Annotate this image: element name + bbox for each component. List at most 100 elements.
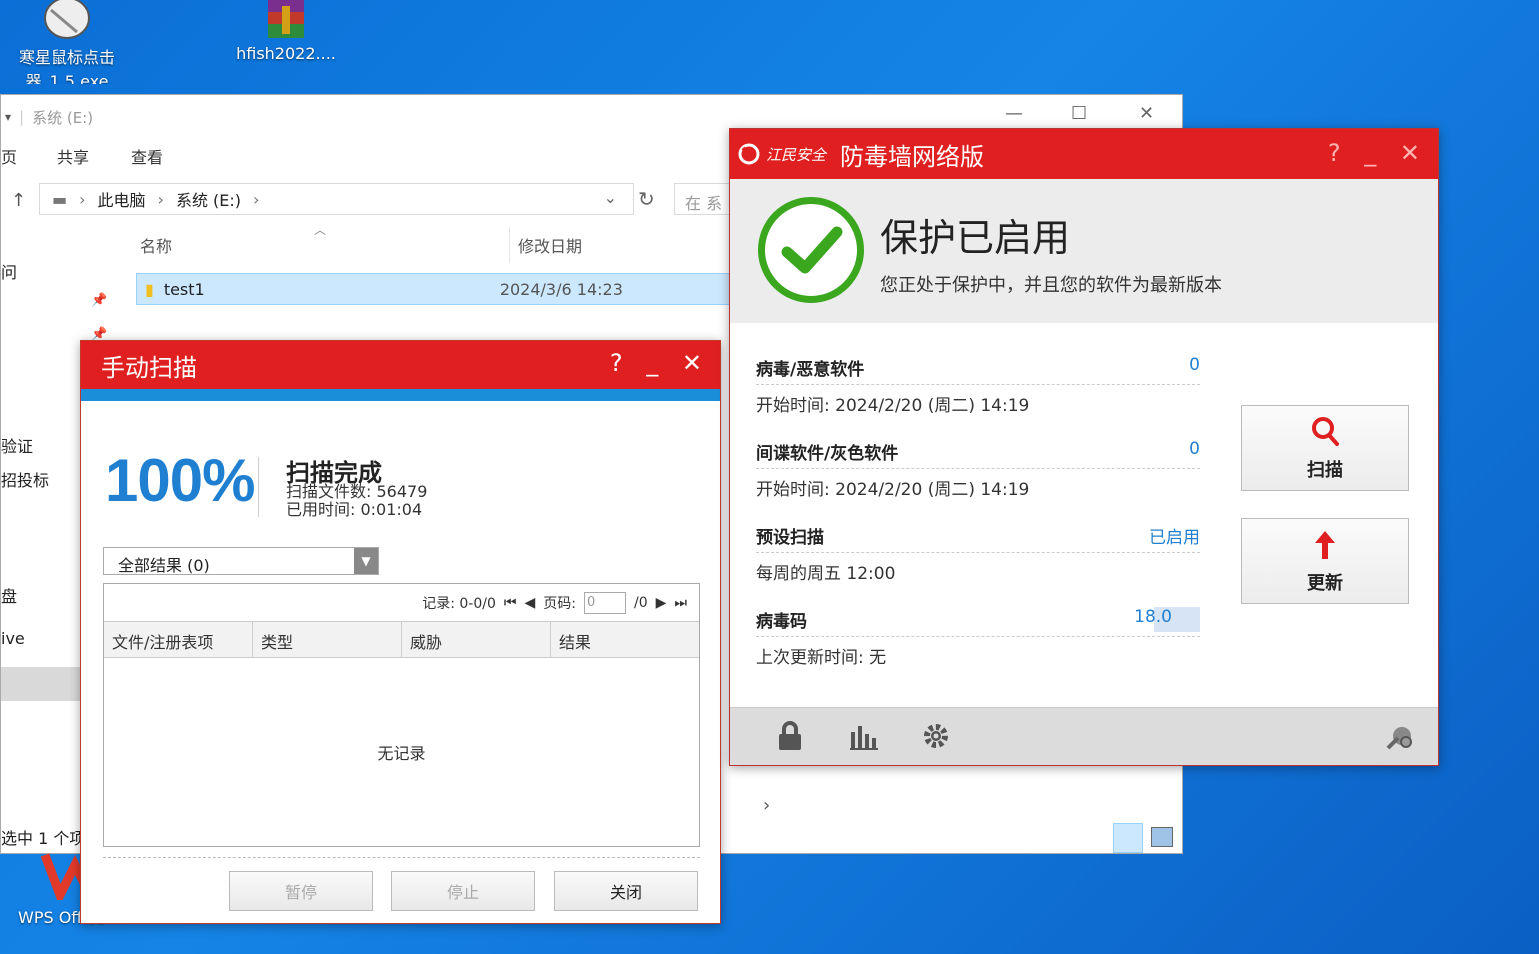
stop-button[interactable]: 停止: [391, 871, 535, 911]
maximize-icon[interactable]: ☐: [1071, 103, 1087, 124]
sidebar-item[interactable]: ive: [1, 629, 25, 648]
results-table: 记录: 0-0/0 ⏮ ◀ 页码: /0 ▶ ⏭ 文件/注册表项 类型 威胁 结…: [103, 583, 700, 847]
page-input[interactable]: [583, 591, 626, 614]
file-name: test1: [163, 279, 205, 299]
antivirus-window: 江民安全 防毒墙网络版 ? _ ✕ 保护已启用 您正处于保护中，并且您的软件为最…: [729, 128, 1439, 766]
close-icon[interactable]: ✕: [1139, 103, 1154, 124]
column-header-threat[interactable]: 威胁: [402, 622, 551, 657]
desktop-icon-mouse-clicker[interactable]: 寒星鼠标点击 器_1.5.exe: [2, 0, 132, 84]
manual-scan-window: 手动扫描 ? _ ✕ 100% 扫描完成 扫描文件数: 56479 已用时间: …: [80, 340, 721, 924]
ribbon-tab-view[interactable]: 查看: [131, 144, 163, 168]
prev-page-icon[interactable]: ◀: [524, 595, 535, 611]
scan-button-label: 扫描: [1307, 460, 1343, 481]
brand-logo-icon: [738, 143, 760, 165]
up-arrow-icon[interactable]: ↑: [11, 190, 26, 211]
scan-percent: 100%: [105, 447, 255, 514]
update-button[interactable]: 更新: [1241, 518, 1409, 604]
search-icon: [1242, 416, 1408, 456]
stat-label: 病毒/恶意软件: [756, 360, 865, 380]
column-header-file[interactable]: 文件/注册表项: [104, 622, 253, 657]
column-header-date[interactable]: 修改日期: [518, 233, 582, 257]
files-scanned: 扫描文件数: 56479: [286, 482, 428, 501]
page-total: /0: [633, 594, 648, 611]
sidebar-selected-item[interactable]: [1, 667, 81, 701]
empty-message: 无记录: [377, 744, 426, 763]
ribbon-tab-home[interactable]: 页: [1, 144, 17, 168]
window-title: 防毒墙网络版: [840, 142, 985, 171]
column-header-name[interactable]: 名称: [140, 233, 172, 257]
mouse-app-icon: [37, 0, 97, 44]
stat-detail: 每周的周五 12:00: [756, 564, 896, 584]
sidebar-item[interactable]: 问: [1, 259, 17, 283]
stat-value[interactable]: 0: [1189, 355, 1200, 380]
last-page-icon[interactable]: ⏭: [674, 595, 687, 611]
sidebar-item[interactable]: 验证: [1, 433, 33, 457]
close-button[interactable]: 关闭: [554, 871, 698, 911]
dropdown-arrow-icon[interactable]: ▼: [354, 548, 378, 574]
filter-value: 全部结果 (0): [118, 556, 210, 575]
breadcrumb-this-pc[interactable]: 此电脑: [98, 187, 146, 211]
pause-button[interactable]: 暂停: [229, 871, 373, 911]
scan-button[interactable]: 扫描: [1241, 405, 1409, 491]
result-filter-select[interactable]: 全部结果 (0) ▼: [103, 547, 379, 575]
window-controls[interactable]: ? _ ✕: [1328, 139, 1428, 167]
stat-pattern: 病毒码 18.0 上次更新时间: 无: [756, 607, 1200, 668]
stat-value[interactable]: 0: [1189, 439, 1200, 464]
brand-name: 江民安全: [766, 145, 827, 164]
column-header-result[interactable]: 结果: [551, 622, 699, 657]
time-used: 已用时间: 0:01:04: [286, 500, 423, 519]
chevron-down-icon[interactable]: ⌄: [604, 188, 617, 207]
table-header: 文件/注册表项 类型 威胁 结果: [104, 622, 699, 658]
breadcrumb-drive-e[interactable]: 系统 (E:): [176, 187, 241, 211]
arrow-up-icon: [1242, 529, 1408, 569]
window-title: 手动扫描: [101, 353, 197, 382]
stat-value[interactable]: 已启用: [1149, 523, 1200, 548]
av-footer-toolbar: [730, 707, 1438, 765]
desktop-icon-label: 寒星鼠标点击: [18, 48, 115, 67]
status-title: 保护已启用: [880, 216, 1071, 260]
record-count: 记录: 0-0/0: [422, 595, 496, 612]
progress-bar: [81, 389, 720, 401]
stat-label: 间谍软件/灰色软件: [756, 444, 899, 464]
large-icons-view-icon[interactable]: [1151, 827, 1173, 847]
details-view-icon[interactable]: [1113, 823, 1143, 853]
chevron-right-icon[interactable]: ›: [763, 795, 770, 816]
stat-detail: 开始时间: 2024/2/20 (周二) 14:19: [756, 396, 1030, 416]
file-row[interactable]: ▮ test1 2024/3/6 14:23: [136, 273, 776, 305]
pager: 记录: 0-0/0 ⏮ ◀ 页码: /0 ▶ ⏭: [104, 584, 699, 622]
av-title-bar: 江民安全 防毒墙网络版 ? _ ✕: [730, 129, 1438, 179]
ribbon-tab-share[interactable]: 共享: [57, 144, 89, 168]
stat-detail: 开始时间: 2024/2/20 (周二) 14:19: [756, 480, 1030, 500]
window-title: 系统 (E:): [32, 108, 94, 127]
protection-status-panel: 保护已启用 您正处于保护中，并且您的软件为最新版本: [730, 179, 1438, 323]
stat-label: 预设扫描: [756, 528, 824, 548]
chevron-down-icon[interactable]: ▾: [5, 110, 11, 124]
stat-value[interactable]: 18.0: [1134, 607, 1200, 632]
stat-detail: 上次更新时间: 无: [756, 648, 887, 668]
pin-icon[interactable]: 📌: [91, 293, 107, 308]
desktop-icon-label-2: 器_1.5.exe: [25, 72, 109, 84]
sidebar-item[interactable]: 盘: [1, 583, 17, 607]
address-bar[interactable]: ▬ › 此电脑 › 系统 (E:) › ⌄: [39, 183, 634, 215]
status-subtitle: 您正处于保护中，并且您的软件为最新版本: [880, 275, 1222, 296]
drive-icon: ▬: [52, 189, 68, 209]
update-button-label: 更新: [1307, 573, 1343, 594]
folder-icon: ▮: [145, 279, 154, 299]
lock-icon[interactable]: [774, 720, 806, 752]
minimize-icon[interactable]: —: [1005, 103, 1023, 124]
first-page-icon[interactable]: ⏮: [504, 595, 517, 611]
gear-icon[interactable]: [920, 720, 952, 752]
sidebar-item[interactable]: 招投标: [1, 467, 49, 491]
refresh-icon[interactable]: ↻: [638, 187, 655, 211]
scan-title-bar: 手动扫描 ? _ ✕: [81, 341, 720, 389]
plug-icon[interactable]: [1384, 720, 1416, 752]
stat-virus: 病毒/恶意软件 0 开始时间: 2024/2/20 (周二) 14:19: [756, 355, 1200, 416]
sort-up-icon: ︿: [314, 223, 327, 237]
next-page-icon[interactable]: ▶: [656, 595, 667, 611]
stat-spyware: 间谍软件/灰色软件 0 开始时间: 2024/2/20 (周二) 14:19: [756, 439, 1200, 500]
file-date: 2024/3/6 14:23: [499, 279, 623, 299]
desktop-icon-hfish[interactable]: hfish2022....: [221, 0, 351, 63]
column-header-type[interactable]: 类型: [253, 622, 402, 657]
chart-icon[interactable]: [848, 720, 880, 752]
window-controls[interactable]: ? _ ✕: [610, 349, 710, 377]
